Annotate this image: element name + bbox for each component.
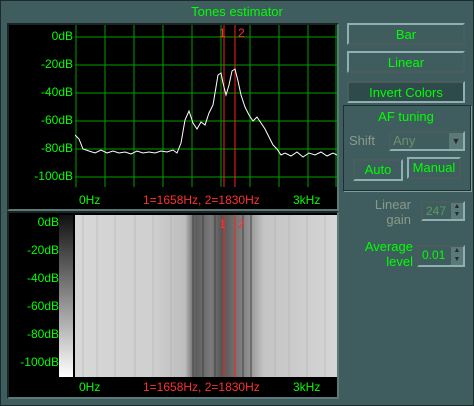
linear-gain-value: 247	[426, 204, 447, 218]
arrow-up-icon[interactable]: ▲	[451, 203, 463, 211]
arrow-down-icon[interactable]: ▼	[451, 256, 463, 265]
waterfall-y-label: -40dB	[26, 271, 59, 285]
marker-label-2: 2	[238, 26, 245, 40]
window-title: Tones estimator	[191, 4, 283, 19]
spectrum-x-label-start: 0Hz	[79, 193, 101, 207]
spectrum-y-label: -40dB	[40, 85, 73, 99]
invert-colors-button[interactable]: Invert Colors	[347, 81, 465, 103]
average-level-label: Average level	[364, 239, 413, 269]
shift-value: Any	[393, 133, 416, 148]
spectrum-panel: 0dB -20dB -40dB -60dB -80dB -100dB 1 2 0…	[7, 23, 339, 211]
spinner-arrows[interactable]: ▲ ▼	[451, 247, 463, 265]
chevron-down-icon[interactable]: ▼	[449, 133, 463, 149]
waterfall-marker-readout: 1=1658Hz, 2=1830Hz	[143, 380, 260, 394]
spectrum-marker-readout: 1=1658Hz, 2=1830Hz	[143, 193, 260, 207]
auto-button[interactable]: Auto	[353, 159, 403, 181]
waterfall-y-label: -100dB	[20, 355, 59, 369]
arrow-down-icon[interactable]: ▼	[451, 211, 463, 219]
spectrum-plot: 1 2	[75, 25, 337, 187]
spectrum-y-label: -100dB	[34, 169, 73, 183]
spectrum-x-label-end: 3kHz	[293, 193, 321, 207]
linear-gain-spinner[interactable]: 247 ▲ ▼	[421, 201, 465, 221]
spinner-arrows[interactable]: ▲ ▼	[451, 203, 463, 219]
average-level-value: 0.01	[422, 248, 446, 262]
waterfall-y-label: -20dB	[26, 243, 59, 257]
af-tuning-title: AF tuning	[378, 109, 434, 124]
spectrum-y-label: -60dB	[40, 113, 73, 127]
spectrum-y-label: -20dB	[40, 57, 73, 71]
marker-label-1: 1	[219, 26, 226, 40]
tones-estimator-window: Tones estimator 0dB -20dB -40dB -60dB -8…	[0, 0, 474, 406]
waterfall-panel: 0dB -20dB -40dB -60dB -80dB -100dB 1 2 0…	[7, 211, 339, 399]
arrow-up-icon[interactable]: ▲	[451, 247, 463, 256]
waterfall-plot: 1 2	[75, 215, 337, 377]
average-level-spinner[interactable]: 0.01 ▲ ▼	[417, 245, 465, 267]
bar-button[interactable]: Bar	[347, 23, 465, 45]
waterfall-x-label-end: 3kHz	[293, 380, 321, 394]
waterfall-marker-label-1: 1	[219, 217, 226, 231]
waterfall-marker-label-2: 2	[238, 217, 245, 231]
manual-button[interactable]: Manual	[407, 157, 461, 179]
shift-label: Shift	[349, 133, 376, 148]
waterfall-y-label: -80dB	[26, 327, 59, 341]
waterfall-y-label: 0dB	[37, 215, 59, 229]
waterfall-color-scale	[59, 215, 73, 377]
waterfall-x-label-start: 0Hz	[79, 380, 101, 394]
shift-select[interactable]: Any ▼	[389, 131, 465, 151]
linear-gain-label: Linear gain	[374, 197, 411, 227]
linear-button[interactable]: Linear	[347, 51, 465, 73]
waterfall-y-label: -60dB	[26, 299, 59, 313]
spectrum-y-label: 0dB	[51, 29, 73, 43]
spectrum-y-label: -80dB	[40, 141, 73, 155]
